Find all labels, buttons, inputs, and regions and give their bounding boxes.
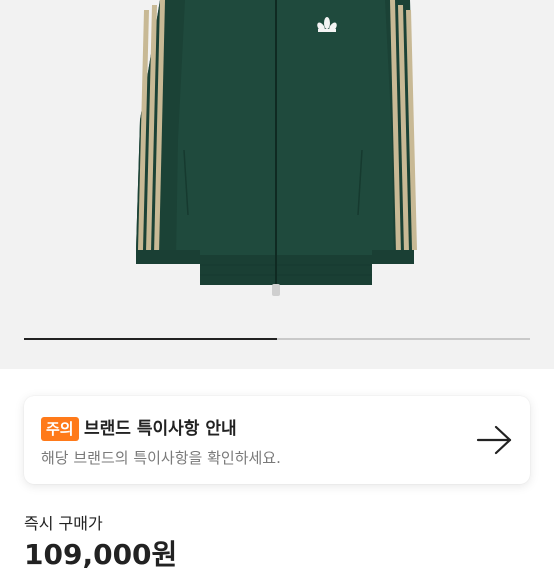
arrow-right-icon[interactable] xyxy=(476,424,514,456)
carousel-progress-track xyxy=(24,338,530,340)
product-image-area[interactable] xyxy=(0,0,554,369)
brand-notice-card[interactable]: 주의 브랜드 특이사항 안내 해당 브랜드의 특이사항을 확인하세요. xyxy=(24,396,530,484)
caution-badge: 주의 xyxy=(41,417,79,441)
product-image xyxy=(136,0,417,296)
notice-description: 해당 브랜드의 특이사항을 확인하세요. xyxy=(41,449,281,467)
carousel-progress-fill xyxy=(24,338,277,340)
price-value: 109,000원 xyxy=(24,538,178,571)
notice-title: 브랜드 특이사항 안내 xyxy=(84,419,237,439)
price-label: 즉시 구매가 xyxy=(24,514,103,533)
